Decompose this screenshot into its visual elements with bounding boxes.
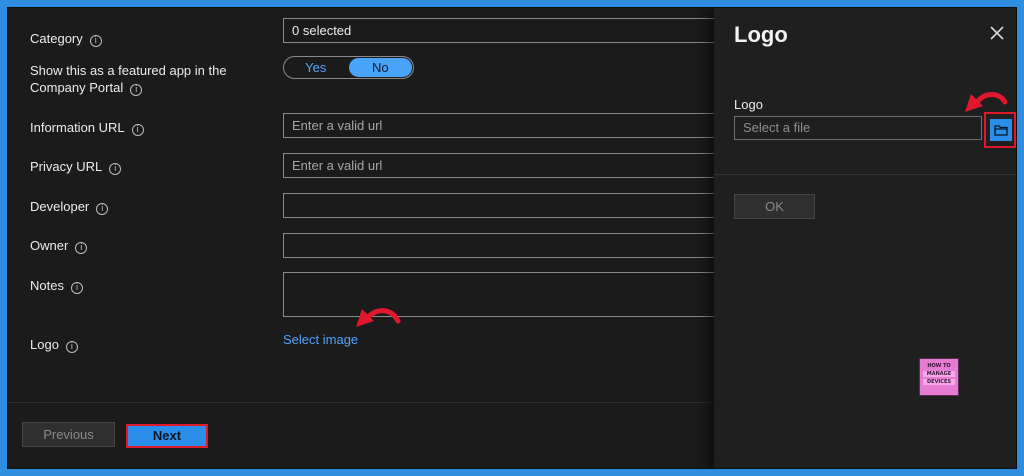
footer-divider [8,402,714,403]
owner-input[interactable] [283,233,714,258]
file-path-input[interactable]: Select a file [734,116,982,140]
featured-app-toggle[interactable]: Yes No [283,56,414,79]
info-icon[interactable]: i [75,242,88,254]
ok-button[interactable]: OK [734,194,815,219]
information-url-input[interactable]: Enter a valid url [283,113,714,138]
folder-icon [994,125,1008,136]
info-icon[interactable]: i [130,84,143,96]
information-url-label: Information URL i [30,119,144,136]
info-icon[interactable]: i [131,124,144,136]
info-icon[interactable]: i [65,341,78,353]
app-frame: Category i 0 selected Show this as a feat… [7,7,1017,469]
category-label: Category i [30,30,102,47]
panel-divider [714,174,1016,175]
notes-label: Notes i [30,277,83,294]
brand-logo: HOW TO MANAGE DEVICES [919,358,959,396]
red-curved-arrow-icon [356,308,401,327]
developer-label: Developer i [30,198,109,215]
logo-panel: Logo Logo Select a file OK HOW TO MANAGE… [714,8,1016,468]
developer-input[interactable] [283,193,714,218]
owner-label: Owner i [30,237,88,254]
logo-label: Logo i [30,336,78,353]
info-icon[interactable]: i [89,35,102,47]
toggle-yes[interactable]: Yes [284,57,348,78]
logo-field-label: Logo [734,97,763,112]
red-curved-arrow-icon [965,92,1008,112]
info-icon[interactable]: i [70,282,83,294]
select-image-link[interactable]: Select image [283,332,358,347]
category-dropdown[interactable]: 0 selected [283,18,714,43]
panel-title: Logo [734,22,788,47]
info-icon[interactable]: i [96,203,109,215]
next-button[interactable]: Next [126,424,208,448]
app-information-form: Category i 0 selected Show this as a feat… [8,8,714,468]
privacy-url-label: Privacy URL i [30,158,122,175]
toggle-no[interactable]: No [348,58,412,77]
info-icon[interactable]: i [109,163,122,175]
close-icon[interactable] [990,26,1004,40]
privacy-url-input[interactable]: Enter a valid url [283,153,714,178]
featured-app-label: Show this as a featured app in the Compa… [30,63,227,96]
previous-button[interactable]: Previous [22,422,115,447]
